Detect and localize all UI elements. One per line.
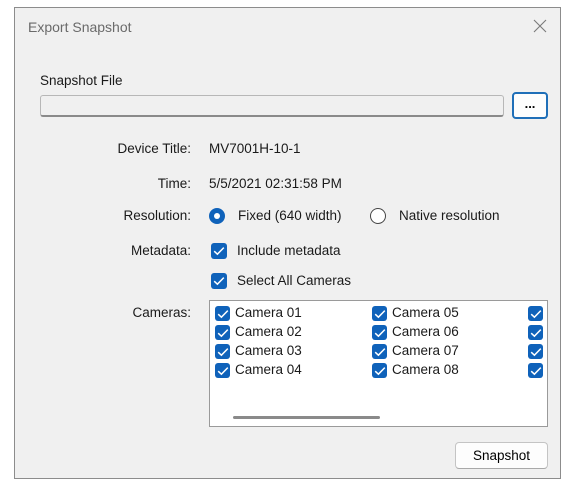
checkmark-icon: [217, 310, 229, 319]
camera-checkbox[interactable]: [372, 306, 387, 321]
camera-checkbox[interactable]: [528, 306, 543, 321]
checkmark-icon: [530, 367, 542, 376]
checkmark-icon: [217, 367, 229, 376]
checkmark-icon: [530, 329, 542, 338]
device-title-value: MV7001H-10-1: [209, 141, 301, 156]
camera-checkbox[interactable]: [372, 363, 387, 378]
checkmark-icon: [374, 329, 386, 338]
snapshot-button[interactable]: Snapshot: [455, 442, 548, 469]
checkmark-icon: [374, 348, 386, 357]
export-snapshot-dialog: Export Snapshot Snapshot File ... Device…: [14, 7, 561, 479]
camera-checkbox[interactable]: [528, 325, 543, 340]
snapshot-file-input[interactable]: [40, 95, 504, 117]
checkmark-icon: [217, 329, 229, 338]
camera-label: Camera 03: [235, 343, 302, 358]
include-metadata-label: Include metadata: [237, 243, 341, 258]
camera-label: Camera 01: [235, 305, 302, 320]
resolution-native-label: Native resolution: [399, 208, 500, 223]
camera-checkbox[interactable]: [215, 325, 230, 340]
camera-checkbox[interactable]: [372, 325, 387, 340]
camera-label: Camera 07: [392, 343, 459, 358]
checkmark-icon: [530, 310, 542, 319]
checkmark-icon: [213, 247, 225, 256]
camera-checkbox[interactable]: [215, 306, 230, 321]
camera-label: Camera 08: [392, 362, 459, 377]
include-metadata-checkbox[interactable]: [211, 243, 227, 259]
browse-button[interactable]: ...: [512, 92, 548, 119]
time-value: 5/5/2021 02:31:58 PM: [209, 176, 342, 191]
checkmark-icon: [374, 367, 386, 376]
camera-checkbox[interactable]: [372, 344, 387, 359]
dialog-title: Export Snapshot: [28, 19, 132, 35]
cameras-label: Cameras:: [132, 305, 191, 320]
camera-checkbox[interactable]: [215, 344, 230, 359]
metadata-label: Metadata:: [130, 243, 191, 258]
cameras-list[interactable]: Camera 01 Camera 02 Camera 03 Camera 04 …: [209, 300, 548, 427]
checkmark-icon: [530, 348, 542, 357]
close-icon: [533, 19, 547, 33]
checkmark-icon: [374, 310, 386, 319]
resolution-fixed-label: Fixed (640 width): [238, 208, 342, 223]
horizontal-scrollbar[interactable]: [233, 416, 380, 419]
resolution-fixed-radio[interactable]: [209, 208, 225, 224]
camera-label: Camera 02: [235, 324, 302, 339]
camera-checkbox[interactable]: [528, 344, 543, 359]
camera-checkbox[interactable]: [215, 363, 230, 378]
camera-label: Camera 05: [392, 305, 459, 320]
device-title-label: Device Title:: [117, 141, 191, 156]
camera-checkbox[interactable]: [528, 363, 543, 378]
camera-label: Camera 04: [235, 362, 302, 377]
time-label: Time:: [157, 176, 191, 191]
select-all-cameras-checkbox[interactable]: [211, 273, 227, 289]
resolution-label: Resolution:: [123, 208, 191, 223]
camera-label: Camera 06: [392, 324, 459, 339]
select-all-cameras-label: Select All Cameras: [237, 273, 352, 288]
checkmark-icon: [213, 277, 225, 286]
checkmark-icon: [217, 348, 229, 357]
title-bar: Export Snapshot: [15, 8, 560, 45]
resolution-native-radio[interactable]: [370, 208, 386, 224]
snapshot-file-label: Snapshot File: [40, 73, 123, 88]
close-button[interactable]: [526, 12, 554, 40]
